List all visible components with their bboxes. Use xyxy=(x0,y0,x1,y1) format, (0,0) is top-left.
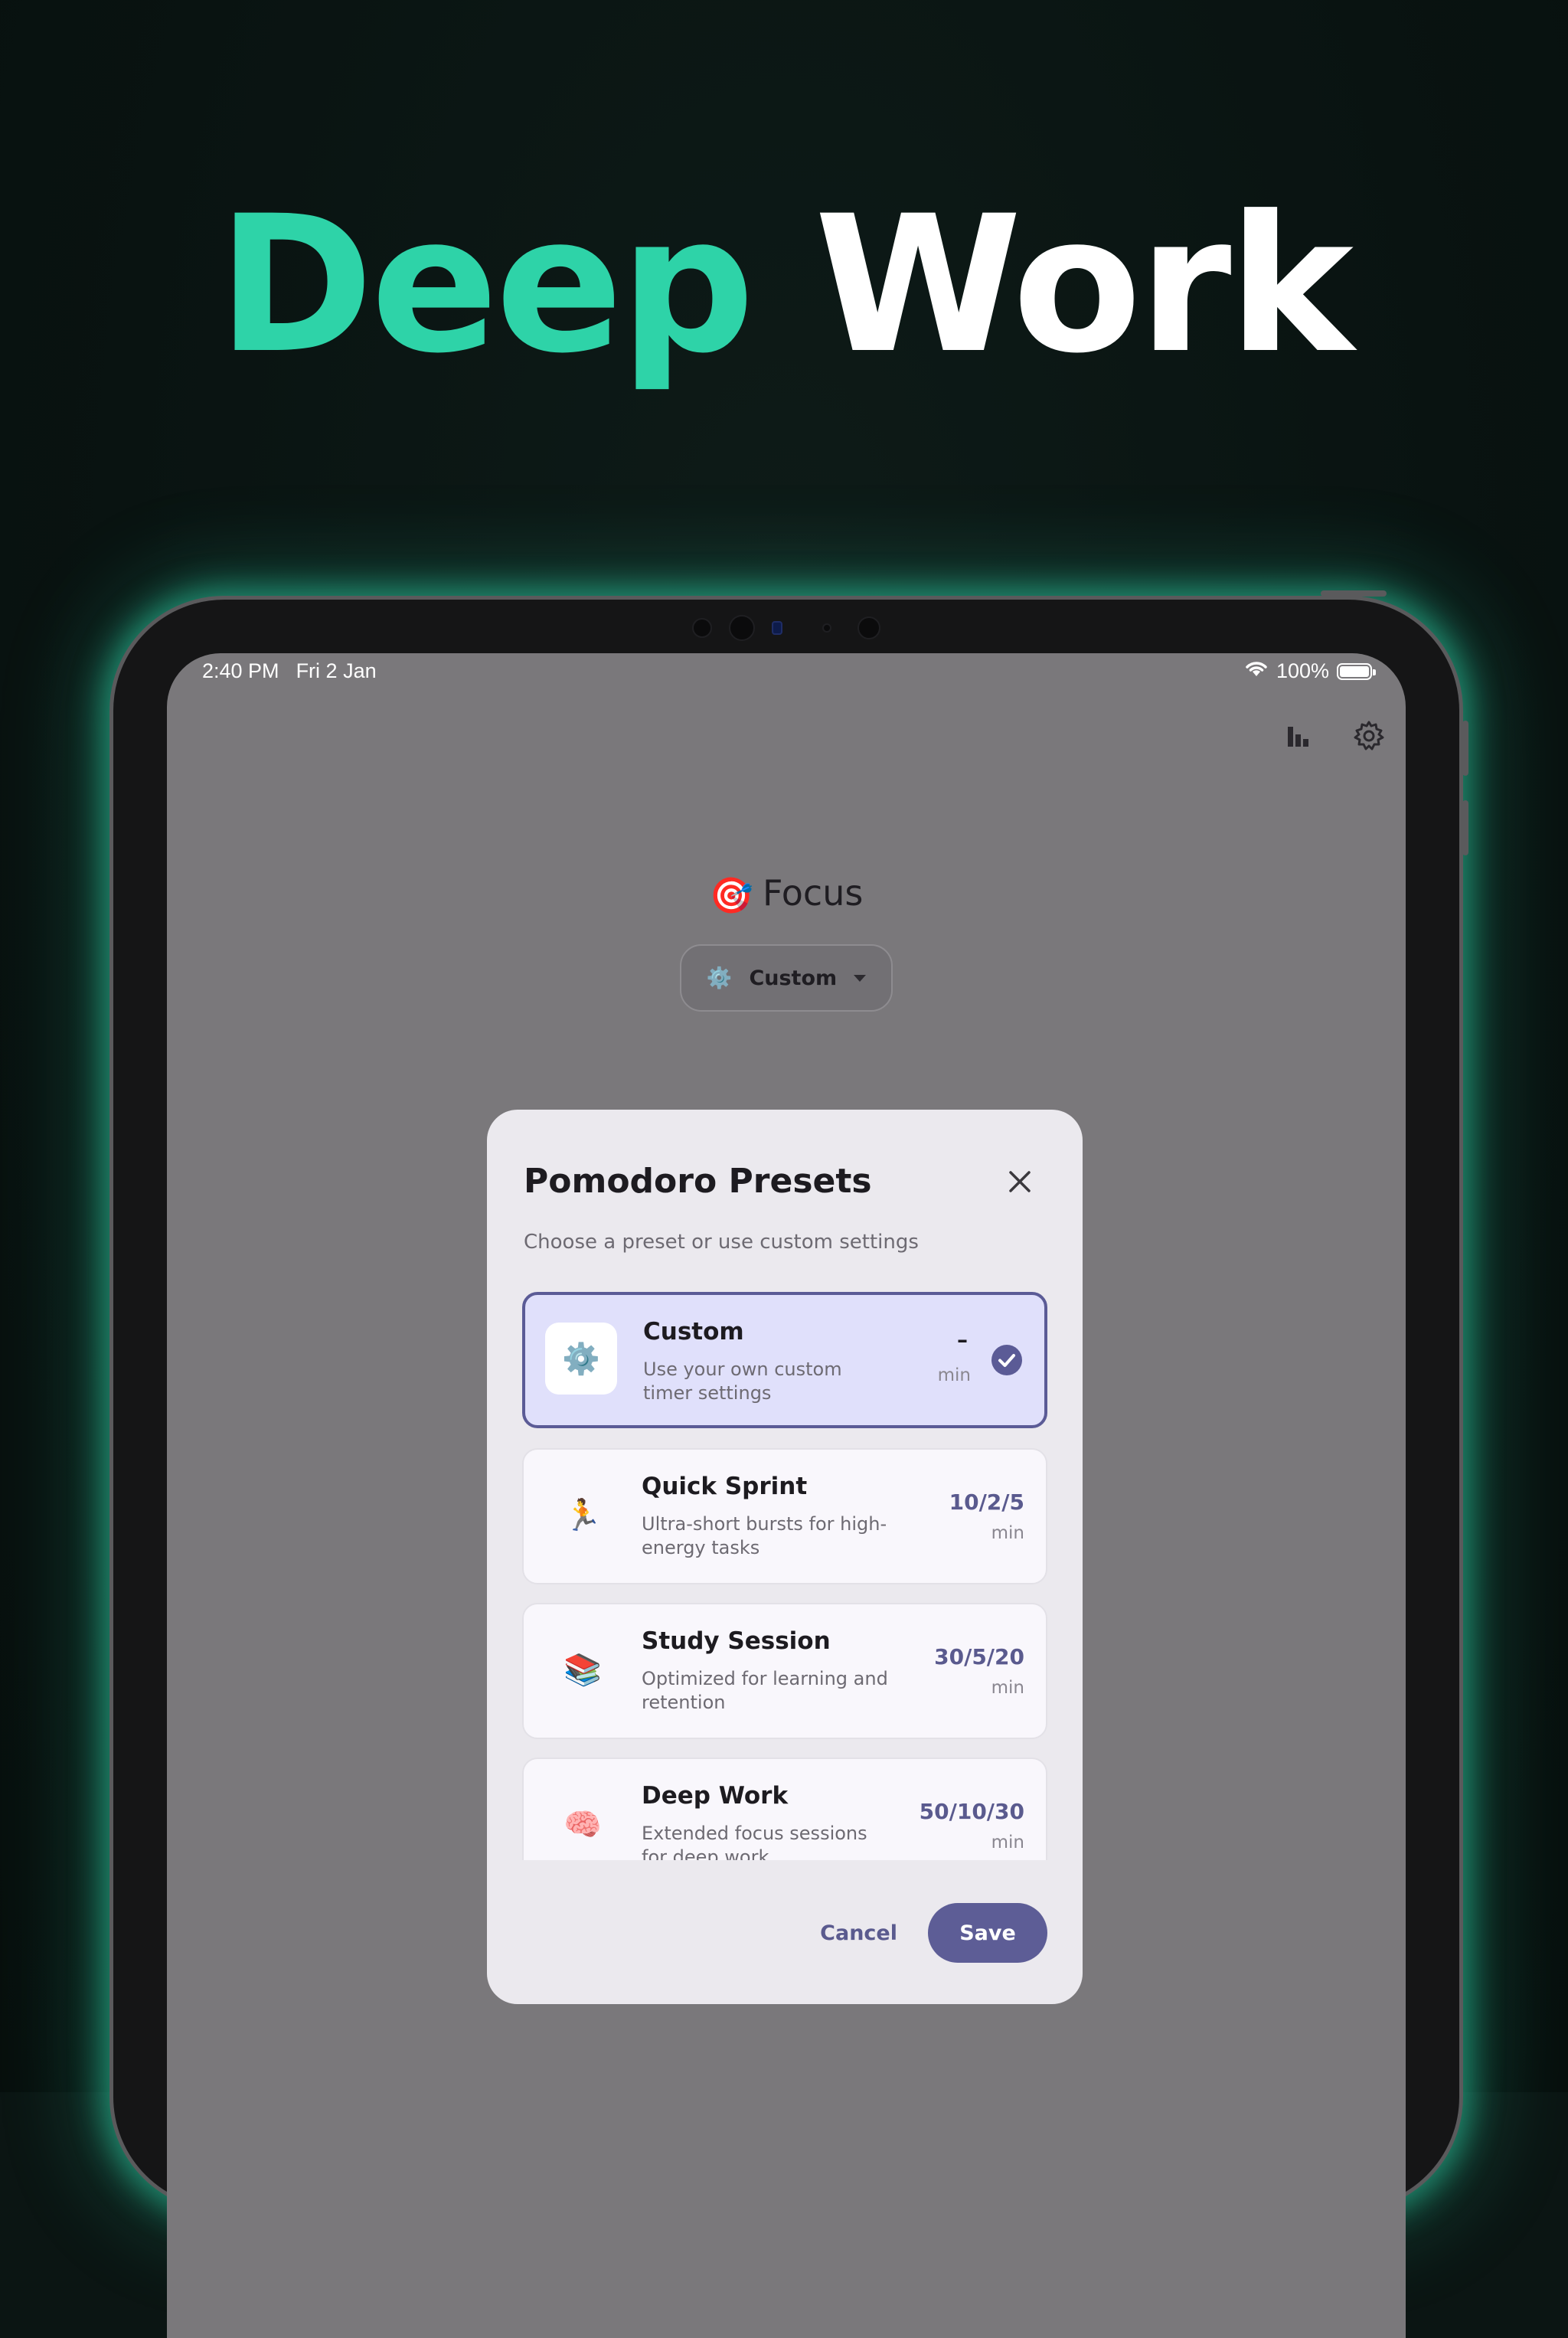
gear-emoji-icon: ⚙️ xyxy=(706,966,733,990)
app-title: 🎯 Focus xyxy=(167,872,1406,917)
save-button[interactable]: Save xyxy=(928,1903,1047,1963)
top-button xyxy=(1321,590,1387,597)
cancel-button[interactable]: Cancel xyxy=(820,1921,897,1945)
camera-lens-icon xyxy=(729,615,755,641)
volume-down-button xyxy=(1462,800,1468,855)
battery-icon xyxy=(1337,662,1376,680)
wifi-icon xyxy=(1244,659,1269,683)
preset-name: Custom xyxy=(643,1318,744,1346)
preset-time: – xyxy=(957,1327,968,1352)
dialog-subtitle: Choose a preset or use custom settings xyxy=(524,1231,919,1254)
runner-icon: 🏃 xyxy=(564,1497,602,1533)
close-icon[interactable] xyxy=(1003,1165,1037,1198)
preset-unit: min xyxy=(991,1678,1024,1698)
dialog-title: Pomodoro Presets xyxy=(524,1162,872,1201)
headline-accent-word: Deep xyxy=(217,176,755,395)
preset-description: Optimized for learning and retention xyxy=(642,1668,888,1713)
target-icon: 🎯 xyxy=(709,875,753,916)
preset-card-custom[interactable]: ⚙️ Custom Use your own custom timer sett… xyxy=(522,1292,1047,1428)
status-bar: 2:40 PM Fri 2 Jan 100% xyxy=(167,653,1406,692)
status-time: 2:40 PM xyxy=(202,659,279,682)
preset-description: Use your own custom timer settings xyxy=(643,1359,842,1404)
preset-list[interactable]: ⚙️ Custom Use your own custom timer sett… xyxy=(522,1292,1047,1860)
gear-icon[interactable] xyxy=(1349,716,1389,756)
preset-time: 50/10/30 xyxy=(919,1799,1024,1824)
gear-emoji-icon: ⚙️ xyxy=(545,1323,617,1395)
preset-description: Extended focus sessions for deep work xyxy=(642,1823,867,1860)
promo-headline: Deep Work xyxy=(0,191,1568,380)
battery-level xyxy=(1340,665,1369,677)
headline-plain-word: Work xyxy=(814,176,1354,395)
preset-name: Study Session xyxy=(642,1627,831,1655)
brain-icon: 🧠 xyxy=(564,1807,602,1843)
preset-unit: min xyxy=(991,1523,1024,1543)
device-screen: 2:40 PM Fri 2 Jan 100% 🎯 Focus ⚙️ Custom… xyxy=(167,653,1406,2338)
preset-time: 30/5/20 xyxy=(934,1644,1024,1669)
battery-percent: 100% xyxy=(1276,659,1329,682)
preset-name: Deep Work xyxy=(642,1782,789,1810)
status-date: Fri 2 Jan xyxy=(296,659,377,682)
preset-name: Quick Sprint xyxy=(642,1473,808,1500)
dialog-actions: Cancel Save xyxy=(820,1903,1047,1963)
preset-card-deep-work[interactable]: 🧠 Deep Work Extended focus sessions for … xyxy=(522,1758,1047,1860)
preset-card-study-session[interactable]: 📚 Study Session Optimized for learning a… xyxy=(522,1603,1047,1739)
preset-description: Ultra-short bursts for high-energy tasks xyxy=(642,1513,887,1558)
proximity-sensor-icon xyxy=(822,623,831,633)
chevron-down-icon xyxy=(854,974,867,982)
books-icon: 📚 xyxy=(564,1652,602,1688)
app-title-text: Focus xyxy=(762,872,864,914)
preset-time: 10/2/5 xyxy=(949,1489,1024,1515)
check-circle-icon xyxy=(991,1345,1022,1375)
preset-unit: min xyxy=(991,1833,1024,1852)
preset-card-quick-sprint[interactable]: 🏃 Quick Sprint Ultra-short bursts for hi… xyxy=(522,1448,1047,1584)
preset-selector-label: Custom xyxy=(749,966,838,990)
preset-unit: min xyxy=(937,1365,971,1385)
sensor-icon xyxy=(692,618,712,638)
pomodoro-presets-dialog: Pomodoro Presets Choose a preset or use … xyxy=(487,1110,1083,2004)
tablet-device-frame: 2:40 PM Fri 2 Jan 100% 🎯 Focus ⚙️ Custom… xyxy=(109,590,1468,2338)
front-camera-icon xyxy=(772,621,782,635)
bar-chart-icon[interactable] xyxy=(1277,716,1317,756)
top-toolbar xyxy=(1277,716,1389,756)
camera-bar xyxy=(692,615,880,641)
flash-sensor-icon xyxy=(858,616,880,639)
volume-up-button xyxy=(1462,721,1468,776)
preset-selector-button[interactable]: ⚙️ Custom xyxy=(680,944,893,1012)
